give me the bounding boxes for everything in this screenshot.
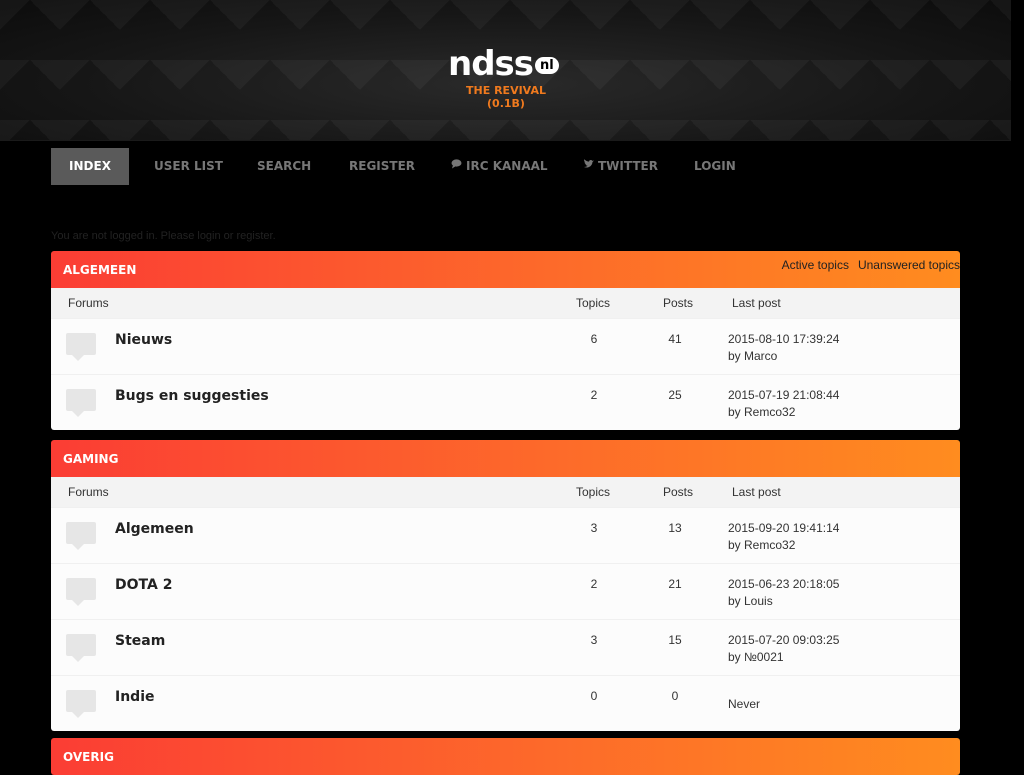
category-gaming: GAMING Forums Topics Posts Last post Alg… (51, 440, 960, 731)
last-post-date[interactable]: 2015-07-19 21:08:44 (728, 387, 839, 404)
nav-label: LOGIN (694, 159, 736, 173)
col-last-post: Last post (732, 296, 781, 310)
last-post-author[interactable]: by Remco32 (728, 404, 839, 421)
login-notice: You are not logged in. Please login or r… (51, 230, 276, 242)
last-post: 2015-07-20 09:03:25 by №0021 (728, 632, 839, 666)
forum-row: Algemeen 3 13 2015-09-20 19:41:14 by Rem… (51, 507, 960, 563)
last-post-author[interactable]: by Louis (728, 593, 839, 610)
category-header: OVERIG (51, 738, 960, 775)
nav-register[interactable]: REGISTER (349, 148, 429, 185)
forum-topics: 6 (590, 332, 598, 346)
category-links: Active topics Unanswered topics (782, 258, 960, 272)
forum-topics: 2 (590, 577, 598, 591)
logo-badge: nl (535, 56, 559, 74)
nav-irc[interactable]: IRC KANAAL (451, 148, 561, 185)
forum-topics: 0 (590, 689, 598, 703)
last-post-author[interactable]: by Remco32 (728, 537, 839, 554)
nav-label: TWITTER (598, 159, 658, 173)
forum-posts: 25 (668, 388, 682, 402)
forum-link[interactable]: Indie (115, 689, 155, 705)
forum-bubble-icon (66, 522, 96, 550)
forum-posts: 13 (668, 521, 682, 535)
last-post-date[interactable]: 2015-07-20 09:03:25 (728, 632, 839, 649)
forum-posts: 41 (668, 332, 682, 346)
forum-link[interactable]: Steam (115, 633, 165, 649)
col-posts: Posts (663, 485, 694, 499)
column-headers: Forums Topics Posts Last post (51, 477, 960, 507)
col-topics: Topics (576, 296, 611, 310)
forum-bubble-icon (66, 634, 96, 662)
forum-link[interactable]: Algemeen (115, 521, 194, 537)
nav-user-list[interactable]: USER LIST (154, 148, 234, 185)
site-header: ndss nl THE REVIVAL (0.1B) (0, 0, 1011, 141)
forum-bubble-icon (66, 333, 96, 361)
site-tagline: THE REVIVAL (0.1B) (466, 84, 546, 110)
col-forums: Forums (68, 485, 109, 499)
column-headers: Forums Topics Posts Last post (51, 288, 960, 318)
forum-link[interactable]: Nieuws (115, 332, 172, 348)
forum-bubble-icon (66, 389, 96, 417)
forum-row: Indie 0 0 Never (51, 675, 960, 731)
forum-link[interactable]: Bugs en suggesties (115, 388, 269, 404)
last-post: 2015-07-19 21:08:44 by Remco32 (728, 387, 839, 421)
nav-search[interactable]: SEARCH (257, 148, 327, 185)
category-title: ALGEMEEN (63, 263, 137, 277)
last-post-date: Never (728, 697, 761, 711)
nav-index[interactable]: INDEX (51, 148, 129, 185)
chat-icon (451, 148, 462, 185)
forum-posts: 15 (668, 633, 682, 647)
last-post-author[interactable]: by №0021 (728, 649, 839, 666)
col-topics: Topics (576, 485, 611, 499)
nav-label: INDEX (69, 159, 111, 173)
category-title: OVERIG (63, 750, 114, 764)
nav-twitter[interactable]: TWITTER (583, 148, 673, 185)
forum-posts: 21 (668, 577, 682, 591)
last-post-author[interactable]: by Marco (728, 348, 839, 365)
col-forums: Forums (68, 296, 109, 310)
last-post: Never (728, 696, 760, 713)
twitter-icon (583, 148, 594, 185)
unanswered-topics-link[interactable]: Unanswered topics (858, 258, 960, 272)
forum-posts: 0 (671, 689, 679, 703)
last-post-date[interactable]: 2015-06-23 20:18:05 (728, 576, 839, 593)
category-overig: OVERIG (51, 738, 960, 775)
category-algemeen: ALGEMEEN Active topics Unanswered topics… (51, 251, 960, 430)
last-post: 2015-06-23 20:18:05 by Louis (728, 576, 839, 610)
nav-label: REGISTER (349, 159, 416, 173)
forum-row: Steam 3 15 2015-07-20 09:03:25 by №0021 (51, 619, 960, 675)
forum-bubble-icon (66, 690, 96, 718)
forum-row: Bugs en suggesties 2 25 2015-07-19 21:08… (51, 374, 960, 430)
logo-text: ndss (448, 44, 534, 84)
forum-link[interactable]: DOTA 2 (115, 577, 172, 593)
forum-row: Nieuws 6 41 2015-08-10 17:39:24 by Marco (51, 318, 960, 374)
last-post: 2015-09-20 19:41:14 by Remco32 (728, 520, 839, 554)
forum-topics: 3 (590, 521, 598, 535)
main-nav: INDEX USER LIST SEARCH REGISTER IRC KANA… (51, 148, 754, 185)
site-logo[interactable]: ndss nl (448, 46, 568, 82)
last-post-date[interactable]: 2015-08-10 17:39:24 (728, 331, 839, 348)
nav-label: USER LIST (154, 159, 223, 173)
last-post-date[interactable]: 2015-09-20 19:41:14 (728, 520, 839, 537)
forum-topics: 3 (590, 633, 598, 647)
col-last-post: Last post (732, 485, 781, 499)
forum-bubble-icon (66, 578, 96, 606)
active-topics-link[interactable]: Active topics (782, 258, 849, 272)
category-title: GAMING (63, 452, 119, 466)
last-post: 2015-08-10 17:39:24 by Marco (728, 331, 839, 365)
category-header: GAMING (51, 440, 960, 477)
category-header: ALGEMEEN Active topics Unanswered topics (51, 251, 960, 288)
nav-label: SEARCH (257, 159, 312, 173)
nav-login[interactable]: LOGIN (694, 148, 754, 185)
nav-label: IRC KANAAL (466, 159, 548, 173)
forum-topics: 2 (590, 388, 598, 402)
forum-row: DOTA 2 2 21 2015-06-23 20:18:05 by Louis (51, 563, 960, 619)
col-posts: Posts (663, 296, 694, 310)
